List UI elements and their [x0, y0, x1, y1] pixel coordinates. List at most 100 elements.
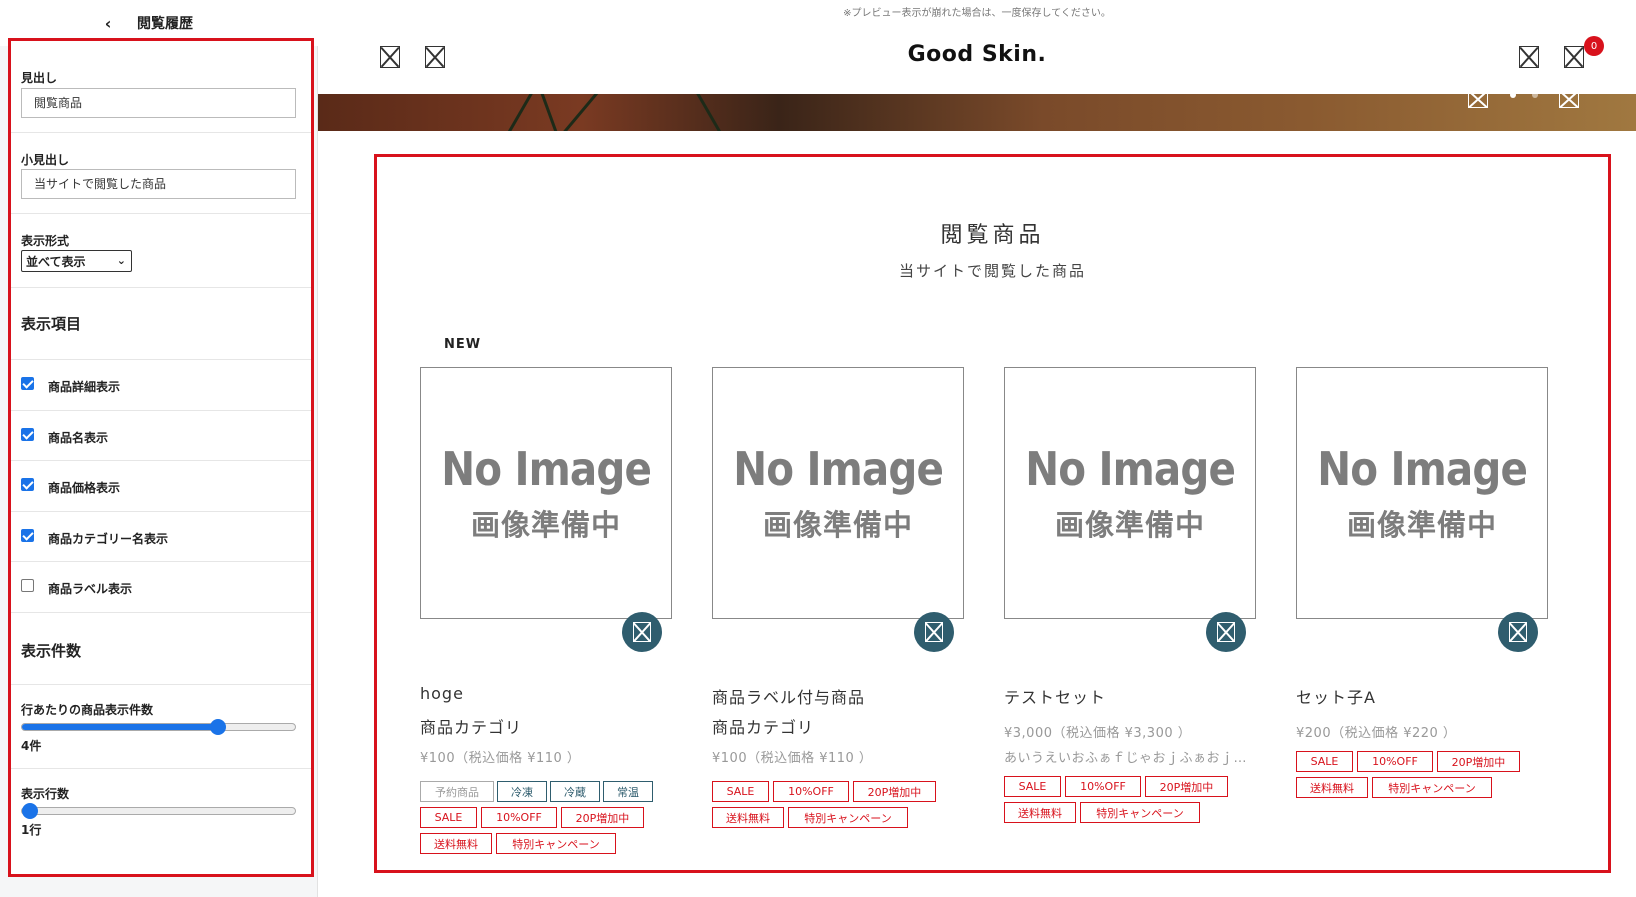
product-image[interactable]: No Image 画像準備中: [420, 367, 672, 619]
product-detail-checkbox[interactable]: [21, 377, 34, 390]
display-items-section: 表示項目: [11, 288, 311, 360]
tag-frozen: 冷凍: [497, 781, 547, 802]
hero-leaf-decoration: [559, 94, 600, 131]
no-image-sub: 画像準備中: [762, 508, 913, 542]
product-price: ¥100（税込価格 ¥110 ）: [712, 751, 873, 766]
recently-viewed-section: 閲覧商品 当サイトで閲覧した商品 NEW No Image 画像準備中 hoge…: [374, 154, 1611, 873]
checkbox-label: 商品詳細表示: [48, 380, 121, 394]
slider-fill: [22, 724, 218, 730]
tag-sale: SALE: [1296, 751, 1353, 772]
section-subtitle: 当サイトで閲覧した商品: [898, 262, 1086, 280]
heading-input[interactable]: 閲覧商品: [21, 88, 296, 118]
hero-next-icon[interactable]: [1559, 94, 1579, 108]
tag-sale: SALE: [1004, 776, 1061, 797]
cart-icon[interactable]: [1564, 46, 1584, 68]
heading-label: 見出し: [21, 71, 58, 85]
checkbox-row[interactable]: 商品価格表示: [11, 461, 311, 512]
cart-count-badge: 0: [1584, 36, 1604, 56]
checkbox-row[interactable]: 商品ラベル表示: [11, 562, 311, 613]
product-image[interactable]: No Image 画像準備中: [1296, 367, 1548, 619]
no-image-sub: 画像準備中: [470, 508, 621, 542]
display-format-select[interactable]: 並べて表示 ⌄: [21, 250, 132, 272]
favorite-button[interactable]: [1498, 612, 1538, 652]
checkbox-row[interactable]: 商品名表示: [11, 411, 311, 461]
slider-knob[interactable]: [209, 719, 226, 735]
tag-discount: 10%OFF: [481, 807, 557, 828]
product-name-checkbox[interactable]: [21, 428, 34, 441]
no-image-text: No Image: [733, 442, 944, 496]
checkbox-label: 商品名表示: [48, 431, 109, 445]
product-name[interactable]: セット子A: [1296, 684, 1376, 708]
display-format-label: 表示形式: [21, 234, 70, 248]
product-price: ¥3,000（税込価格 ¥3,300 ）: [1004, 726, 1192, 741]
favorite-button[interactable]: [622, 612, 662, 652]
product-price: ¥100（税込価格 ¥110 ）: [420, 751, 581, 766]
favorite-icon: [925, 622, 943, 642]
hero-leaf-decoration: [693, 94, 726, 131]
count-section: 表示件数: [11, 613, 311, 685]
tag-points: 20P増加中: [1437, 751, 1520, 772]
product-category-checkbox[interactable]: [21, 529, 34, 542]
section-title: 閲覧商品: [940, 223, 1045, 248]
hero-dot[interactable]: [1532, 94, 1538, 98]
rows-section: 表示行数 1行: [11, 769, 311, 853]
checkbox-label: 商品カテゴリー名表示: [48, 532, 169, 546]
rows-value: 1行: [21, 823, 42, 837]
tag-campaign: 特別キャンペーン: [496, 833, 616, 854]
product-name[interactable]: テストセット: [1004, 684, 1106, 708]
product-image[interactable]: No Image 画像準備中: [712, 367, 964, 619]
product-name[interactable]: hoge: [420, 684, 464, 703]
product-image[interactable]: No Image 画像準備中: [1004, 367, 1256, 619]
product-price: ¥200（税込価格 ¥220 ）: [1296, 726, 1457, 741]
back-chevron-icon[interactable]: ‹: [98, 13, 118, 33]
new-label: NEW: [444, 337, 482, 352]
no-image-text: No Image: [1025, 442, 1236, 496]
settings-panel: 見出し 閲覧商品 小見出し 当サイトで閲覧した商品 表示形式 並べて表示 ⌄ 表…: [8, 38, 314, 877]
no-image-text: No Image: [441, 442, 652, 496]
tag-refrigerated: 冷蔵: [550, 781, 600, 802]
hero-prev-icon[interactable]: [1468, 94, 1488, 108]
select-caret-icon: ⌄: [116, 254, 126, 267]
favorite-button[interactable]: [1206, 612, 1246, 652]
subheading-section: 小見出し 当サイトで閲覧した商品: [11, 133, 311, 214]
brand-logo[interactable]: Good Skin.: [318, 42, 1636, 67]
no-image-sub: 画像準備中: [1054, 508, 1205, 542]
tag-discount: 10%OFF: [773, 781, 849, 802]
tag-sale: SALE: [712, 781, 769, 802]
heading-section: 見出し 閲覧商品: [11, 41, 311, 133]
hero-banner: [318, 94, 1636, 131]
product-label-checkbox[interactable]: [21, 579, 34, 592]
user-icon[interactable]: [1519, 46, 1539, 68]
checkbox-row[interactable]: 商品詳細表示: [11, 360, 311, 411]
hero-leaf-decoration: [537, 94, 562, 131]
display-format-section: 表示形式 並べて表示 ⌄: [11, 214, 311, 288]
sidebar-title: 閲覧履歴: [137, 16, 193, 32]
no-image-sub: 画像準備中: [1346, 508, 1497, 542]
preview-notice: ※プレビュー表示が崩れた場合は、一度保存してください。: [843, 8, 1111, 19]
per-row-value: 4件: [21, 739, 42, 753]
checkbox-label: 商品ラベル表示: [48, 582, 133, 596]
tag-free-shipping: 送料無料: [712, 807, 784, 828]
per-row-slider[interactable]: [21, 719, 296, 735]
rows-slider[interactable]: [21, 803, 296, 819]
checkbox-label: 商品価格表示: [48, 481, 121, 495]
tag-discount: 10%OFF: [1065, 776, 1141, 797]
product-category: 商品カテゴリ: [420, 718, 523, 737]
per-row-label: 行あたりの商品表示件数: [21, 703, 154, 717]
product-price-checkbox[interactable]: [21, 478, 34, 491]
count-heading: 表示件数: [21, 642, 82, 660]
hero-dot[interactable]: [1510, 94, 1516, 98]
hero-leaf-decoration: [503, 94, 536, 131]
slider-knob[interactable]: [22, 803, 38, 819]
preview-area: ※プレビュー表示が崩れた場合は、一度保存してください。 Good Skin. 0…: [318, 0, 1636, 897]
subheading-input[interactable]: 当サイトで閲覧した商品: [21, 169, 296, 199]
favorite-button[interactable]: [914, 612, 954, 652]
tag-campaign: 特別キャンペーン: [1080, 802, 1200, 823]
tag-discount: 10%OFF: [1357, 751, 1433, 772]
product-category: 商品カテゴリ: [712, 718, 815, 737]
rows-label: 表示行数: [21, 787, 70, 801]
no-image-text: No Image: [1317, 442, 1528, 496]
product-name[interactable]: 商品ラベル付与商品: [712, 684, 865, 708]
checkbox-row[interactable]: 商品カテゴリー名表示: [11, 512, 311, 562]
display-format-value: 並べて表示: [26, 254, 86, 269]
